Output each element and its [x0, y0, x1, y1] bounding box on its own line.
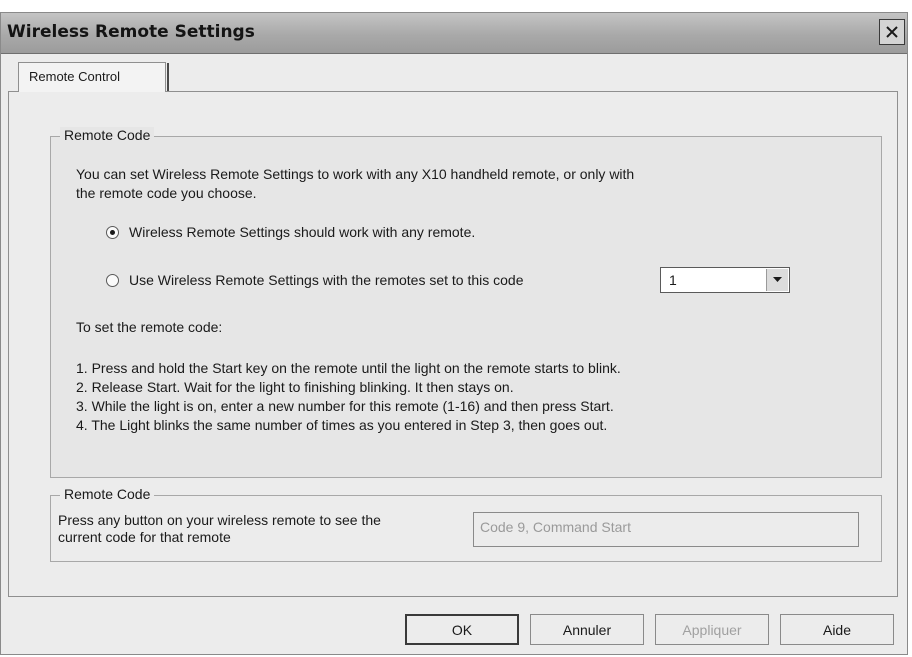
current-code-legend: Remote Code — [60, 486, 155, 502]
radio-specific-code[interactable]: Use Wireless Remote Settings with the re… — [106, 272, 524, 288]
remote-code-select[interactable]: 1 — [660, 267, 790, 293]
description-line-2: the remote code you choose. — [76, 185, 257, 201]
close-icon — [886, 26, 898, 38]
current-code-description-line-1: Press any button on your wireless remote… — [58, 512, 381, 528]
window-title: Wireless Remote Settings — [7, 22, 255, 42]
radio-any-remote-indicator[interactable] — [106, 225, 119, 239]
step-4: 4. The Light blinks the same number of t… — [76, 417, 608, 433]
remote-code-description: You can set Wireless Remote Settings to … — [76, 165, 634, 203]
remote-code-select-value: 1 — [669, 272, 677, 288]
tab-remote-control[interactable]: Remote Control — [18, 62, 169, 92]
instructions-heading: To set the remote code: — [76, 319, 223, 335]
remote-code-legend: Remote Code — [60, 127, 155, 143]
radio-any-remote-label: Wireless Remote Settings should work wit… — [129, 224, 476, 240]
title-bar[interactable]: Wireless Remote Settings — [1, 13, 907, 54]
cancel-button[interactable]: Annuler — [530, 614, 644, 645]
step-1: 1. Press and hold the Start key on the r… — [76, 360, 621, 376]
current-code-description-line-2: current code for that remote — [58, 529, 231, 545]
help-button[interactable]: Aide — [780, 614, 894, 645]
radio-specific-code-indicator[interactable] — [106, 273, 119, 287]
instructions-steps: 1. Press and hold the Start key on the r… — [76, 359, 621, 435]
step-2: 2. Release Start. Wait for the light to … — [76, 379, 514, 395]
dropdown-button[interactable] — [766, 269, 788, 291]
radio-any-remote[interactable]: Wireless Remote Settings should work wit… — [106, 224, 475, 240]
close-button[interactable] — [879, 19, 905, 45]
tab-label: Remote Control — [29, 69, 121, 84]
current-code-description: Press any button on your wireless remote… — [58, 512, 381, 546]
radio-specific-code-label: Use Wireless Remote Settings with the re… — [129, 272, 524, 288]
ok-button[interactable]: OK — [405, 614, 519, 645]
chevron-down-icon — [773, 277, 782, 282]
current-code-field: Code 9, Command Start — [473, 512, 859, 547]
description-line-1: You can set Wireless Remote Settings to … — [76, 166, 635, 182]
apply-button[interactable]: Appliquer — [655, 614, 769, 645]
step-3: 3. While the light is on, enter a new nu… — [76, 398, 614, 414]
